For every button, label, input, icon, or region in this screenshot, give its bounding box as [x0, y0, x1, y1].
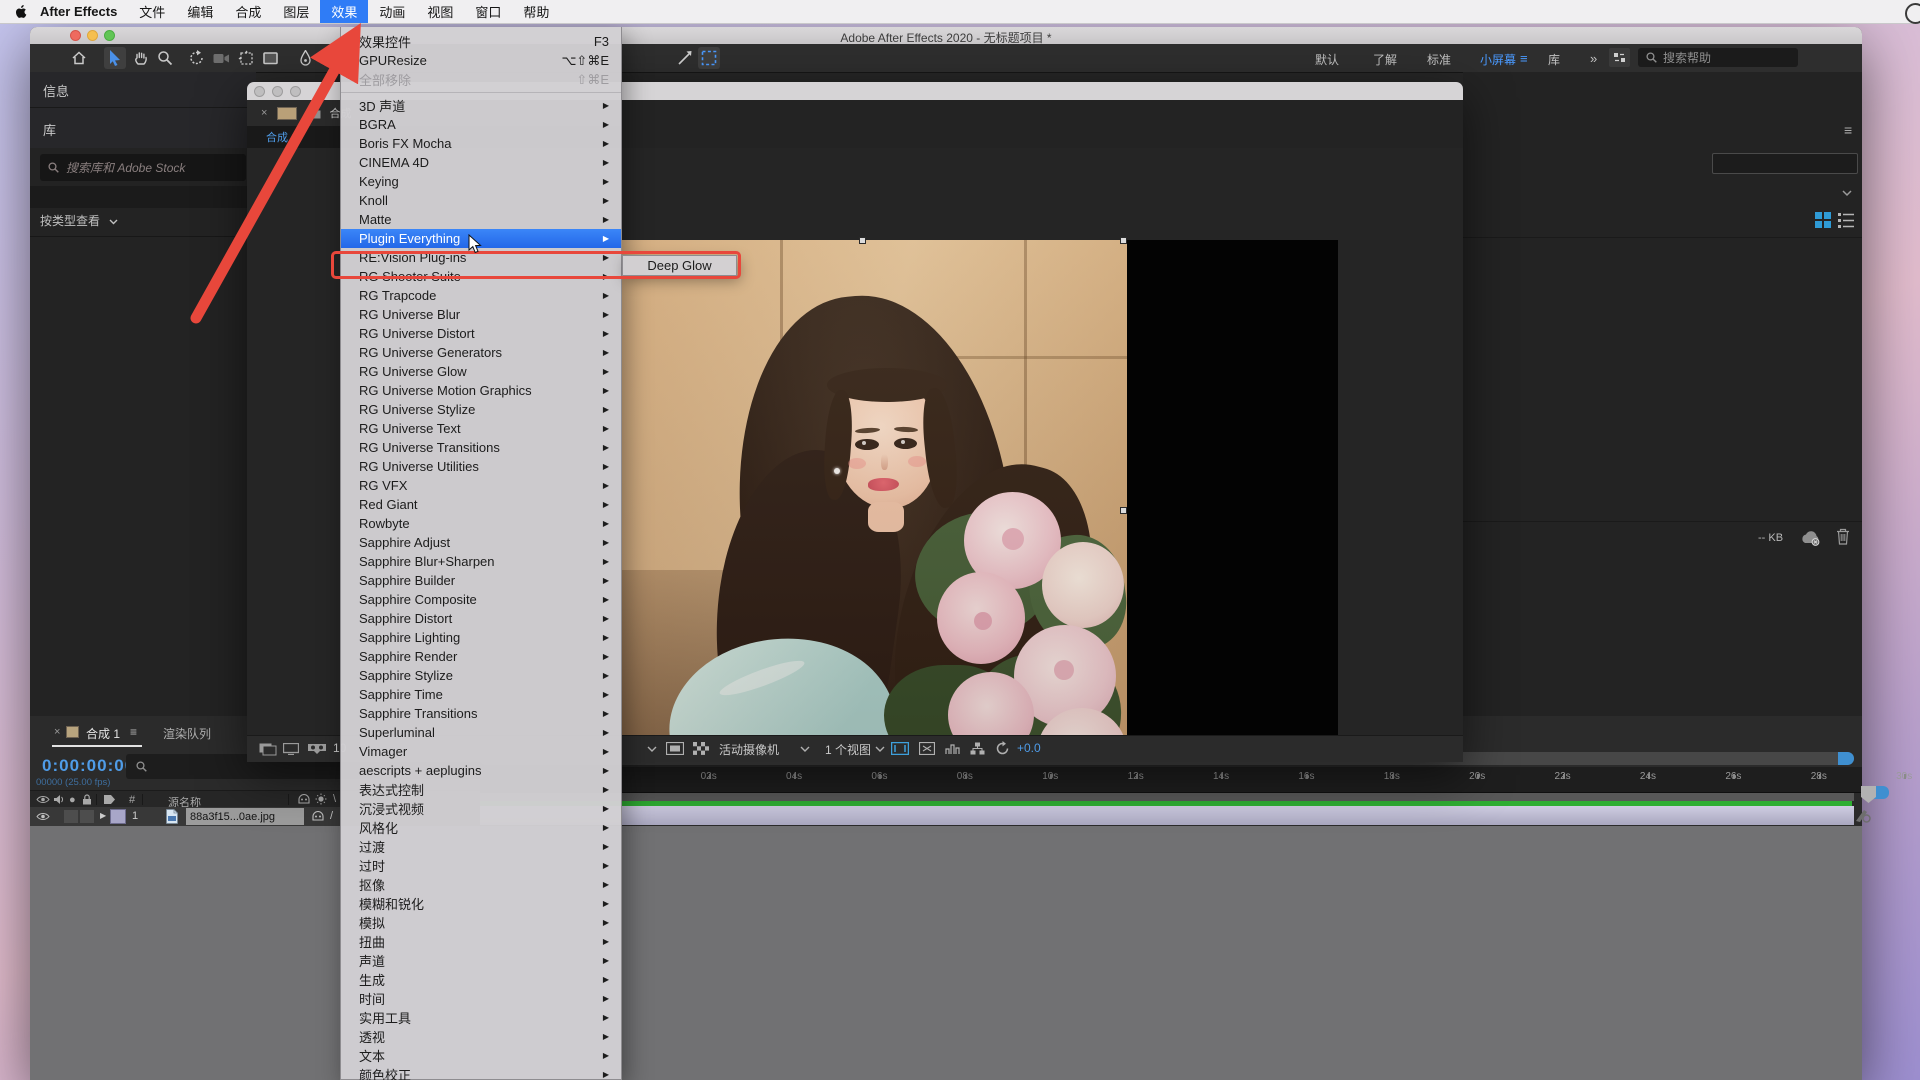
screen: Adobe After Effects 2020 - 无标题项目 *	[0, 0, 1920, 1080]
annotation-arrow	[0, 0, 1920, 1080]
mouse-cursor	[468, 234, 483, 254]
